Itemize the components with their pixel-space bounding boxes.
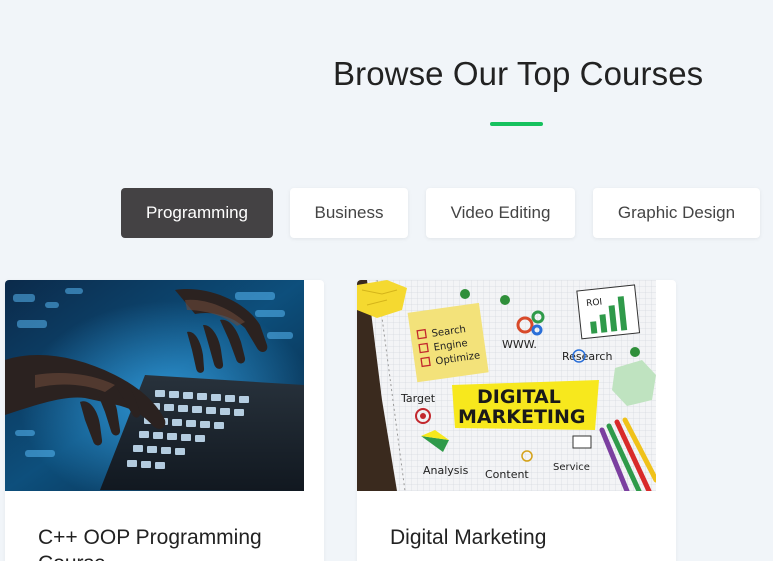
tab-video-editing[interactable]: Video Editing	[426, 188, 575, 238]
headline-line1: DIGITAL	[477, 386, 561, 408]
section-title: Browse Our Top Courses	[333, 55, 704, 92]
headline-line2: MARKETING	[458, 406, 585, 428]
course-card-cpp[interactable]: C++ OOP Programming Course	[5, 280, 324, 561]
course-title[interactable]: Digital Marketing	[390, 525, 650, 551]
digital-marketing-image: Search Engine Optimize WWW. ROI Research…	[357, 280, 656, 491]
tab-graphic-design[interactable]: Graphic Design	[593, 188, 760, 238]
research-label: Research	[562, 350, 612, 363]
service-label: Service	[553, 462, 590, 473]
analysis-label: Analysis	[423, 464, 469, 477]
course-title[interactable]: C++ OOP Programming Course	[38, 525, 298, 561]
course-card-digital-marketing[interactable]: Search Engine Optimize WWW. ROI Research…	[357, 280, 676, 561]
courses-section: Browse Our Top Courses Programming Busin…	[0, 0, 773, 561]
typing-hands-image	[5, 280, 304, 491]
title-underline	[490, 122, 543, 126]
target-label: Target	[400, 392, 436, 405]
tab-business[interactable]: Business	[290, 188, 408, 238]
course-image-digital-marketing[interactable]: Search Engine Optimize WWW. ROI Research…	[357, 280, 656, 491]
content-label: Content	[485, 468, 529, 481]
www-label: WWW.	[502, 338, 537, 351]
tab-programming[interactable]: Programming	[121, 188, 273, 238]
course-image-cpp[interactable]	[5, 280, 304, 491]
roi-label: ROI	[586, 297, 603, 309]
